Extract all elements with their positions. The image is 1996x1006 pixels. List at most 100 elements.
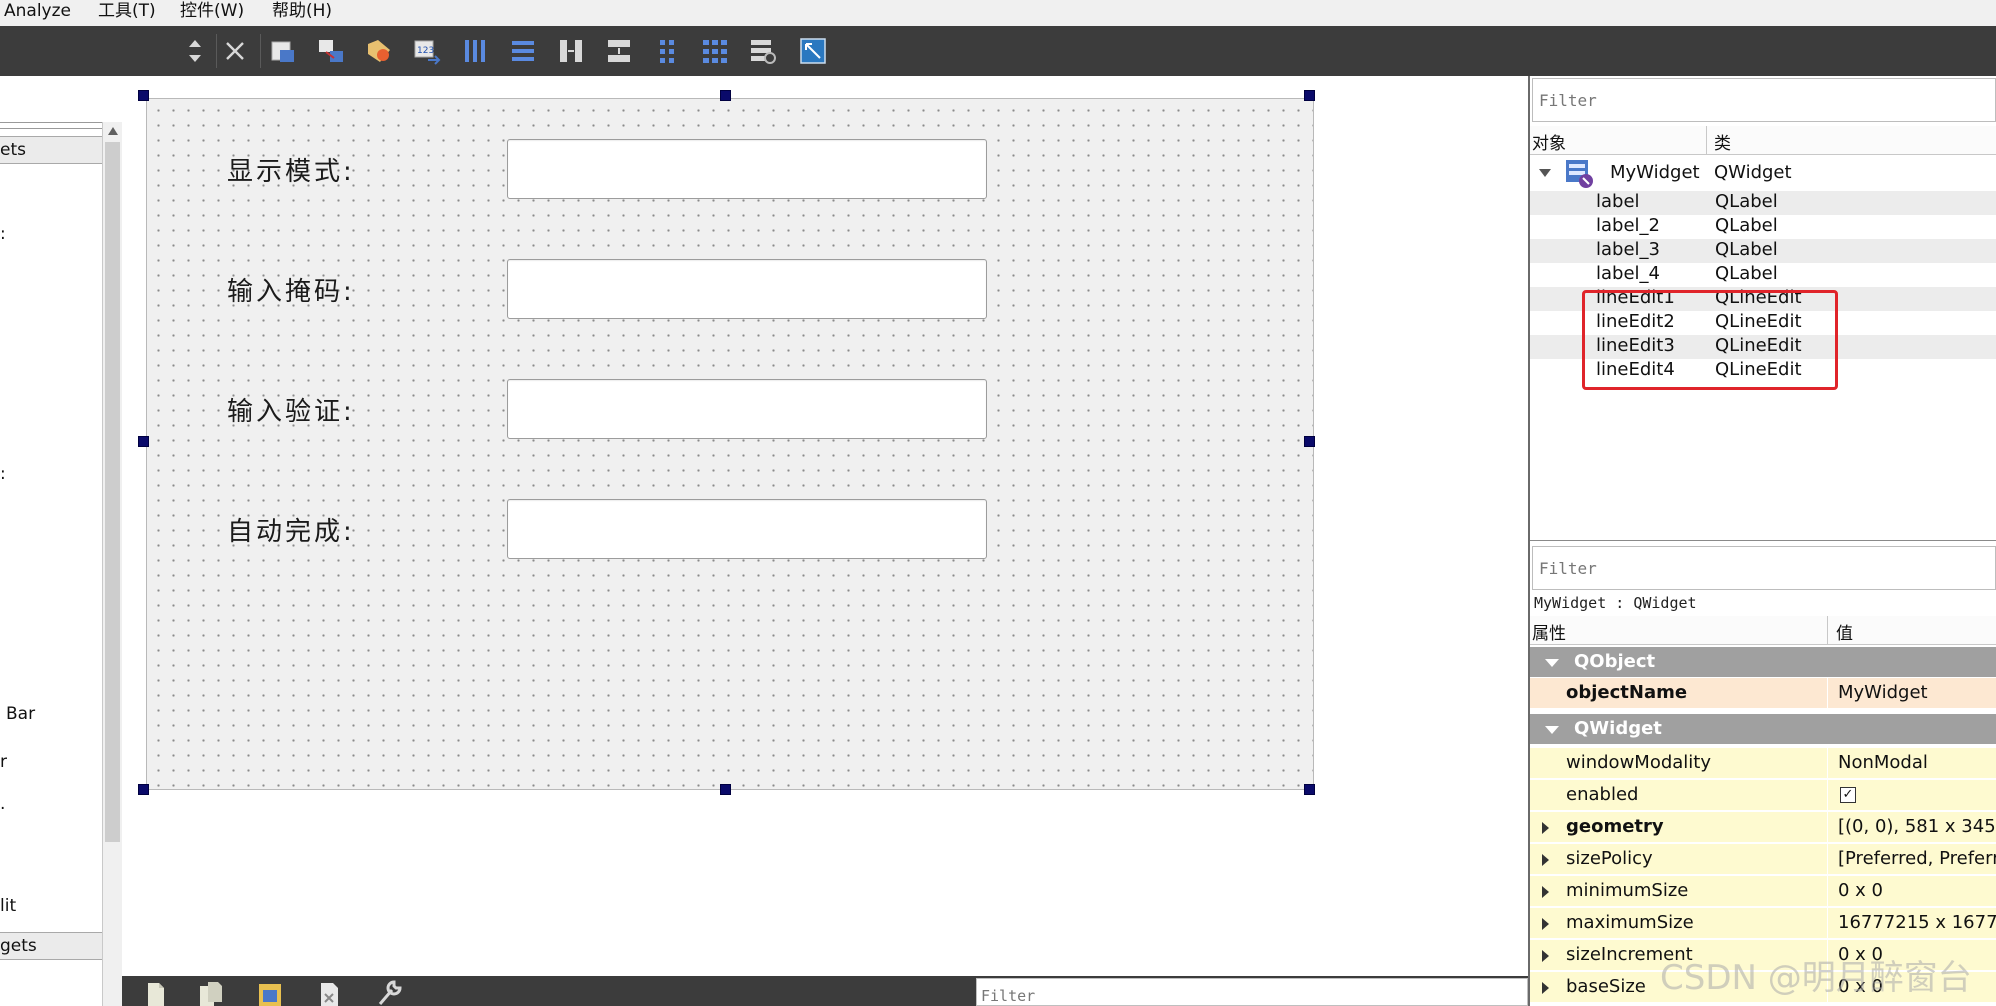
layout-vertical-splitter-icon[interactable] xyxy=(604,36,634,66)
menu-tools[interactable]: 工具(T) xyxy=(98,0,156,26)
property-name: windowModality xyxy=(1566,752,1712,773)
object-tree-row[interactable]: label QLabel xyxy=(1530,191,1996,215)
resize-handle[interactable] xyxy=(1304,90,1315,101)
header-class[interactable]: 类 xyxy=(1714,129,1731,154)
break-layout-icon[interactable] xyxy=(748,36,778,66)
menu-help[interactable]: 帮助(H) xyxy=(272,0,332,26)
widget-item[interactable]: . xyxy=(0,794,5,814)
form-label-input-mask[interactable]: 输入掩码: xyxy=(227,271,355,308)
form-label-input-validation[interactable]: 输入验证: xyxy=(227,391,355,428)
property-value[interactable]: [Preferred, Preferre xyxy=(1838,848,1996,869)
property-value[interactable]: 16777215 x 16777 xyxy=(1838,912,1996,933)
line-edit-4[interactable] xyxy=(507,499,987,559)
expand-arrow-icon[interactable] xyxy=(1542,886,1549,898)
resize-handle[interactable] xyxy=(138,784,149,795)
menu-analyze[interactable]: Analyze xyxy=(4,0,71,26)
expand-arrow-icon[interactable] xyxy=(1542,822,1549,834)
property-row-geometry[interactable]: geometry [(0, 0), 581 x 345] xyxy=(1530,812,1996,843)
property-row-minimumsize[interactable]: minimumSize 0 x 0 xyxy=(1530,876,1996,907)
panel-splitter[interactable] xyxy=(1530,540,1996,541)
property-section-qwidget[interactable]: QWidget xyxy=(1530,714,1996,745)
property-value[interactable]: 0 x 0 xyxy=(1838,880,1883,901)
object-tree-root[interactable]: MyWidget QWidget xyxy=(1530,158,1996,190)
header-property[interactable]: 属性 xyxy=(1532,619,1566,644)
edit-signals-slots-icon[interactable] xyxy=(316,36,346,66)
line-edit-3[interactable] xyxy=(507,379,987,439)
header-object[interactable]: 对象 xyxy=(1532,129,1566,154)
property-value[interactable]: MyWidget xyxy=(1838,682,1928,703)
layout-horizontal-splitter-icon[interactable] xyxy=(556,36,586,66)
header-divider xyxy=(1706,126,1707,154)
object-class: QLabel xyxy=(1715,239,1778,260)
widget-category[interactable]: gets xyxy=(0,932,102,960)
property-name: minimumSize xyxy=(1566,880,1689,901)
property-row-enabled[interactable]: enabled ✓ xyxy=(1530,780,1996,811)
object-inspector-header: 对象 类 xyxy=(1530,126,1996,155)
resize-handle[interactable] xyxy=(138,436,149,447)
edit-buddies-icon[interactable] xyxy=(364,36,394,66)
expand-arrow-icon[interactable] xyxy=(1542,854,1549,866)
form-label-display-mode[interactable]: 显示模式: xyxy=(227,151,355,188)
resize-handle[interactable] xyxy=(720,90,731,101)
property-row-windowmodality[interactable]: windowModality NonModal xyxy=(1530,748,1996,779)
form-mywidget[interactable]: 显示模式: 输入掩码: 输入验证: 自动完成: xyxy=(146,98,1314,790)
close-x-icon[interactable] xyxy=(220,36,250,66)
line-edit-1[interactable] xyxy=(507,139,987,199)
updown-arrows-icon[interactable] xyxy=(180,36,210,66)
resize-handle[interactable] xyxy=(138,90,149,101)
resize-handle[interactable] xyxy=(720,784,731,795)
property-value[interactable]: [(0, 0), 581 x 345] xyxy=(1838,816,1996,837)
object-tree-row[interactable]: label_2 QLabel xyxy=(1530,215,1996,239)
expand-arrow-icon[interactable] xyxy=(1542,918,1549,930)
layout-grid-icon[interactable] xyxy=(700,36,730,66)
layout-vertical-icon[interactable] xyxy=(508,36,538,66)
widget-item[interactable]: r xyxy=(0,752,7,772)
menu-bar: Analyze 工具(T) 控件(W) 帮助(H) xyxy=(0,0,1996,27)
enabled-checkbox[interactable]: ✓ xyxy=(1840,787,1856,803)
section-collapse-icon[interactable] xyxy=(1545,659,1559,667)
object-class: QLabel xyxy=(1715,215,1778,236)
resize-handle[interactable] xyxy=(1304,436,1315,447)
edit-tab-order-icon[interactable]: 123 xyxy=(412,36,442,66)
toolbar-separator xyxy=(260,34,261,68)
toolbar-separator xyxy=(216,34,217,68)
delete-file-icon[interactable] xyxy=(316,980,344,1006)
menu-widgets[interactable]: 控件(W) xyxy=(180,0,244,26)
resize-handle[interactable] xyxy=(1304,784,1315,795)
adjust-size-icon[interactable] xyxy=(798,36,828,66)
action-editor-filter-input[interactable]: Filter xyxy=(976,978,1528,1006)
section-collapse-icon[interactable] xyxy=(1545,726,1559,734)
wrench-icon[interactable] xyxy=(374,978,404,1006)
copy-file-icon[interactable] xyxy=(196,980,226,1006)
scroll-up-arrow-icon[interactable] xyxy=(107,126,119,136)
form-label-auto-complete[interactable]: 自动完成: xyxy=(227,511,355,548)
expand-arrow-icon[interactable] xyxy=(1542,950,1549,962)
property-row-sizepolicy[interactable]: sizePolicy [Preferred, Preferre xyxy=(1530,844,1996,875)
resource-file-icon[interactable] xyxy=(256,980,286,1006)
new-file-icon[interactable] xyxy=(142,980,168,1006)
layout-horizontal-icon[interactable] xyxy=(460,36,490,66)
object-tree-row[interactable]: label_4 QLabel xyxy=(1530,263,1996,287)
scrollbar-thumb[interactable] xyxy=(105,142,120,842)
widget-box-scrollbar[interactable] xyxy=(102,122,123,1006)
widget-item[interactable]: : xyxy=(0,464,6,484)
edit-widgets-icon[interactable] xyxy=(268,36,298,66)
widget-item[interactable]: lit xyxy=(0,896,16,916)
object-tree-row[interactable]: label_3 QLabel xyxy=(1530,239,1996,263)
tree-expand-arrow-icon[interactable] xyxy=(1538,168,1552,178)
widget-category[interactable]: ets xyxy=(0,136,102,164)
header-value[interactable]: 值 xyxy=(1836,619,1853,644)
property-section-qobject[interactable]: QObject xyxy=(1530,647,1996,678)
expand-arrow-icon[interactable] xyxy=(1542,982,1549,994)
property-row-maximumsize[interactable]: maximumSize 16777215 x 16777 xyxy=(1530,908,1996,939)
widget-item[interactable]: : xyxy=(0,224,6,244)
property-value[interactable]: NonModal xyxy=(1838,752,1928,773)
object-inspector-filter-input[interactable]: Filter xyxy=(1532,78,1996,122)
property-row-objectname[interactable]: objectName MyWidget xyxy=(1530,678,1996,709)
property-editor-filter-input[interactable]: Filter xyxy=(1532,546,1996,590)
line-edit-2[interactable] xyxy=(507,259,987,319)
property-name: sizePolicy xyxy=(1566,848,1653,869)
widget-item[interactable]: Bar xyxy=(6,704,35,724)
layout-form-icon[interactable] xyxy=(652,36,682,66)
column-divider xyxy=(1827,876,1828,907)
